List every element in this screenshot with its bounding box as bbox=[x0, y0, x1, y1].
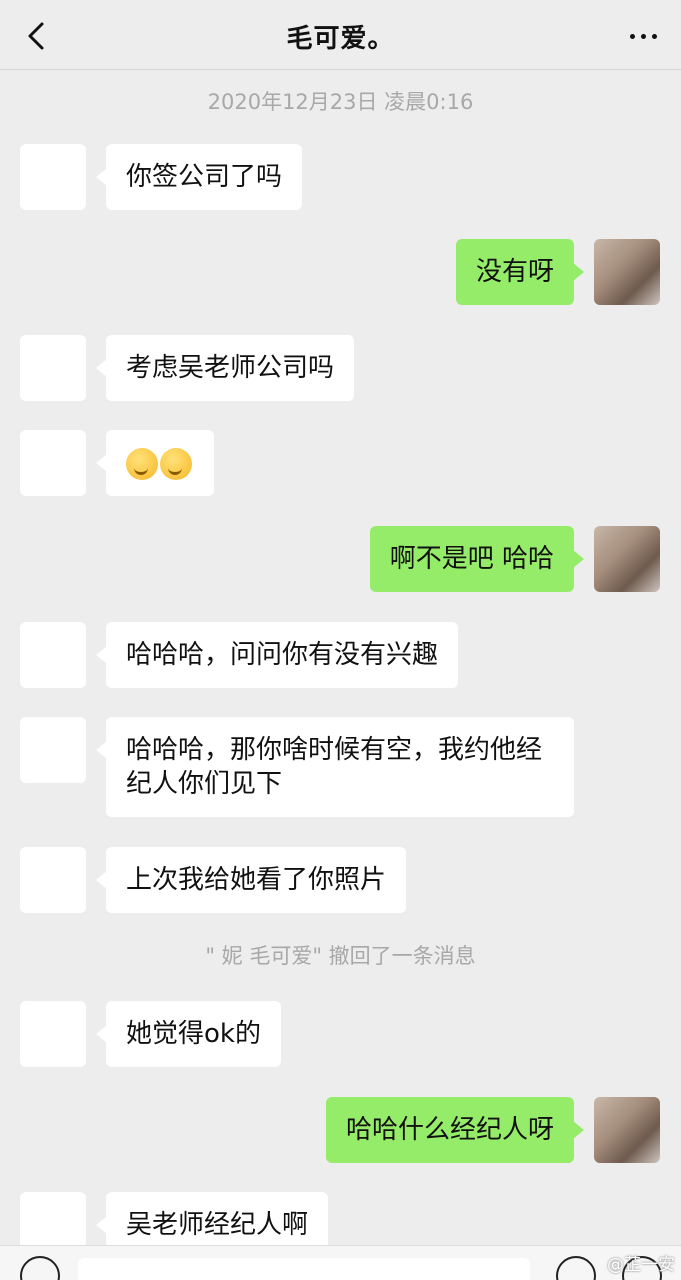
thinking-face-icon bbox=[160, 447, 192, 480]
more-dot-icon bbox=[629, 33, 635, 39]
contact-avatar[interactable] bbox=[20, 430, 86, 496]
message-bubble[interactable]: 你签公司了吗 bbox=[95, 144, 303, 210]
emoji-button[interactable] bbox=[556, 1256, 596, 1280]
message-input[interactable] bbox=[78, 1258, 530, 1280]
message-bubble[interactable]: 啊不是吧 哈哈 bbox=[369, 526, 585, 592]
message-bubble[interactable]: 上次我给她看了你照片 bbox=[95, 847, 407, 913]
my-avatar[interactable] bbox=[594, 1097, 660, 1163]
contact-avatar[interactable] bbox=[20, 1001, 86, 1067]
more-options-button[interactable] bbox=[621, 14, 665, 58]
more-dot-icon bbox=[651, 33, 657, 39]
message-bubble[interactable]: 没有呀 bbox=[455, 239, 585, 305]
contact-avatar[interactable] bbox=[20, 622, 86, 688]
contact-avatar[interactable] bbox=[20, 847, 86, 913]
message-bubble[interactable]: 哈哈什么经纪人呀 bbox=[325, 1097, 585, 1163]
watermark: @芷一安 bbox=[607, 1255, 675, 1275]
recall-notice: " 妮 毛可爱" 撤回了一条消息 bbox=[205, 944, 476, 968]
voice-toggle-button[interactable] bbox=[20, 1256, 60, 1280]
input-bar bbox=[0, 1245, 681, 1280]
thinking-face-icon bbox=[126, 447, 158, 480]
chat-timestamp: 2020年12月23日 凌晨0:16 bbox=[207, 90, 474, 114]
contact-avatar[interactable] bbox=[20, 717, 86, 783]
my-avatar[interactable] bbox=[594, 239, 660, 305]
message-bubble[interactable]: 哈哈哈，问问你有没有兴趣 bbox=[95, 622, 459, 688]
chat-header: 毛可爱。 bbox=[0, 0, 681, 70]
my-avatar[interactable] bbox=[594, 526, 660, 592]
message-bubble[interactable] bbox=[96, 430, 214, 496]
contact-avatar[interactable] bbox=[20, 335, 86, 401]
message-bubble[interactable]: 考虑吴老师公司吗 bbox=[95, 335, 355, 401]
more-dot-icon bbox=[640, 33, 646, 39]
contact-avatar[interactable] bbox=[20, 144, 86, 210]
message-bubble[interactable]: 哈哈哈，那你啥时候有空，我约他经纪人你们见下 bbox=[96, 717, 574, 817]
chat-title: 毛可爱。 bbox=[286, 24, 395, 54]
message-bubble[interactable]: 她觉得ok的 bbox=[96, 1001, 281, 1067]
